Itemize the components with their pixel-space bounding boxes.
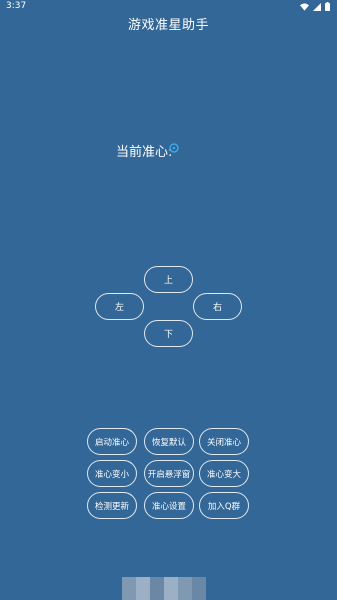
open-floating-window-button[interactable]: 开启悬浮窗 [144,460,194,487]
status-icons [300,2,330,11]
move-left-button[interactable]: 左 [95,293,144,320]
wifi-icon [300,2,309,11]
current-crosshair-label: 当前准心: [116,145,173,160]
crosshair-icon [169,143,179,153]
battery-icon [325,2,330,11]
blurred-banner [122,577,206,600]
shrink-crosshair-button[interactable]: 准心变小 [87,460,137,487]
status-bar: 3:37 [0,0,337,14]
move-up-button[interactable]: 上 [144,266,193,293]
reset-default-button[interactable]: 恢复默认 [144,428,194,455]
status-time: 3:37 [6,1,27,11]
signal-icon [313,2,321,11]
crosshair-settings-button[interactable]: 准心设置 [144,492,194,519]
move-right-button[interactable]: 右 [193,293,242,320]
app-title: 游戏准星助手 [127,18,209,33]
app-screen: 3:37 游戏准星助手 当前准心: 上 左 右 下 启动准心 恢复默认 关闭准心… [0,0,337,600]
start-crosshair-button[interactable]: 启动准心 [87,428,137,455]
enlarge-crosshair-button[interactable]: 准心变大 [199,460,249,487]
check-update-button[interactable]: 检测更新 [87,492,137,519]
join-qq-group-button[interactable]: 加入Q群 [199,492,249,519]
move-down-button[interactable]: 下 [144,320,193,347]
close-crosshair-button[interactable]: 关闭准心 [199,428,249,455]
